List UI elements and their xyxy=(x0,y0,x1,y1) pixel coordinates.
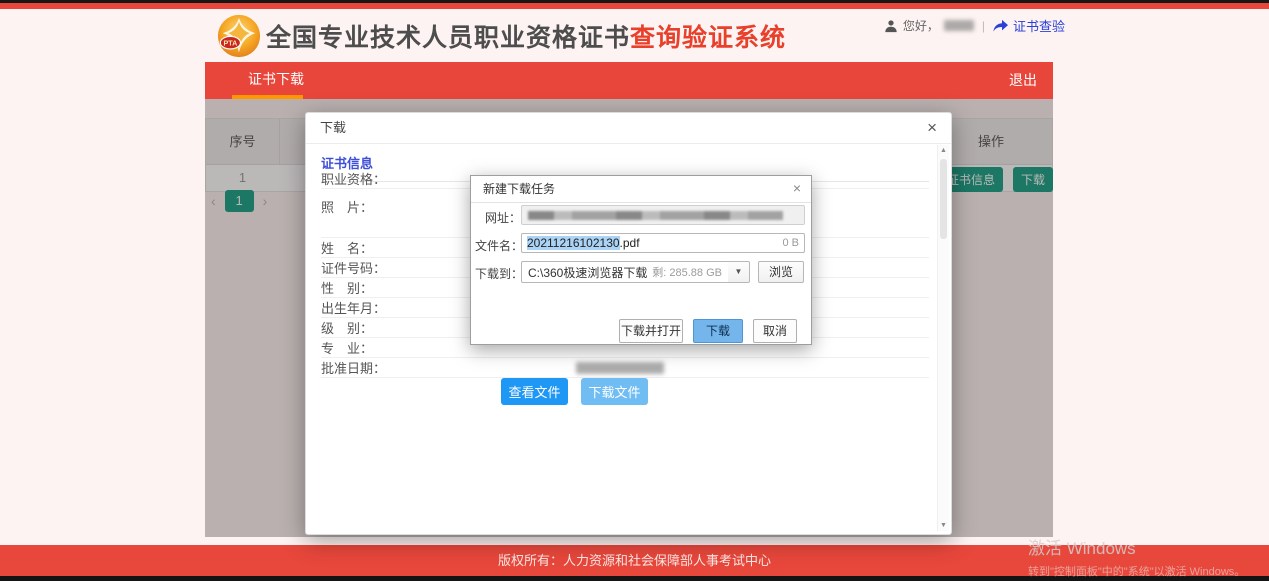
browse-button[interactable]: 浏览 xyxy=(758,261,804,283)
navbar: 证书下载 退出 xyxy=(205,62,1053,99)
filename-extension: .pdf xyxy=(620,236,640,250)
filename-input[interactable]: 20211216102130 .pdf 0 B xyxy=(521,233,805,253)
greeting-text: 您好， xyxy=(903,17,939,34)
dialog-download-button[interactable]: 下载 xyxy=(693,319,743,343)
page-title: 全国专业技术人员职业资格证书查询验证系统 xyxy=(266,18,786,54)
scroll-up-icon[interactable]: ▲ xyxy=(938,147,949,154)
saveto-label: 下载到： xyxy=(475,265,521,282)
field-label: 批准日期： xyxy=(321,358,411,377)
download-file-button[interactable]: 下载文件 xyxy=(581,378,648,405)
scroll-thumb[interactable] xyxy=(940,159,947,239)
redacted-username xyxy=(944,20,974,31)
logout-button[interactable]: 退出 xyxy=(1009,62,1037,99)
field-label: 级 别： xyxy=(321,318,411,337)
separator: | xyxy=(982,19,985,33)
url-input[interactable] xyxy=(521,205,805,225)
file-size-text: 0 B xyxy=(782,237,799,249)
svg-text:PTA: PTA xyxy=(223,40,237,48)
saveto-select[interactable]: C:\360极速浏览器下载 剩: 285.88 GB xyxy=(521,261,729,283)
view-file-button[interactable]: 查看文件 xyxy=(501,378,568,405)
field-label: 照 片： xyxy=(321,197,411,216)
new-download-task-dialog: 新建下载任务 × 网址： 文件名： 20211216102130 .pdf 0 … xyxy=(470,175,812,345)
modal-title: 下载 xyxy=(306,113,951,144)
share-arrow-icon xyxy=(993,19,1008,32)
dialog-close-icon[interactable]: × xyxy=(793,180,801,196)
field-label: 专 业： xyxy=(321,338,411,357)
field-approve-date: 批准日期： xyxy=(321,358,929,378)
header: PTA 全国专业技术人员职业资格证书查询验证系统 xyxy=(216,12,786,60)
modal-scrollbar[interactable]: ▲ ▼ xyxy=(937,145,949,531)
filename-label: 文件名： xyxy=(475,237,521,254)
field-label: 职业资格： xyxy=(321,169,411,188)
redacted-approve-date xyxy=(576,362,664,374)
download-and-open-button[interactable]: 下载并打开 xyxy=(619,319,683,343)
modal-buttons: 查看文件 下载文件 xyxy=(501,378,648,405)
copyright-text: 版权所有：人力资源和社会保障部人事考试中心 xyxy=(498,553,771,568)
free-space-text: 剩: 285.88 GB xyxy=(652,264,722,280)
tab-cert-download[interactable]: 证书下载 xyxy=(248,62,304,95)
field-label: 证件号码： xyxy=(321,258,411,277)
field-label: 性 别： xyxy=(321,278,411,297)
page-title-main: 全国专业技术人员职业资格证书 xyxy=(266,24,630,52)
pta-logo-icon: PTA xyxy=(216,13,262,59)
modal-close-icon[interactable]: × xyxy=(927,118,937,138)
redacted-url xyxy=(528,211,783,220)
field-label: 出生年月： xyxy=(321,298,411,317)
cancel-button[interactable]: 取消 xyxy=(753,319,797,343)
filename-selected-text: 20211216102130 xyxy=(527,236,620,250)
url-label: 网址： xyxy=(475,209,521,226)
user-bar: 您好， | 证书查验 xyxy=(884,16,1065,35)
scroll-down-icon[interactable]: ▼ xyxy=(938,522,949,529)
dialog-title: 新建下载任务 xyxy=(471,176,811,203)
footer: 版权所有：人力资源和社会保障部人事考试中心 xyxy=(0,545,1269,576)
saveto-path-text: C:\360极速浏览器下载 xyxy=(528,264,647,281)
screen: PTA 全国专业技术人员职业资格证书查询验证系统 您好， | 证书查验 证书下载… xyxy=(0,0,1269,581)
page-title-accent: 查询验证系统 xyxy=(630,24,786,52)
cert-verify-link[interactable]: 证书查验 xyxy=(1013,16,1065,35)
user-icon xyxy=(884,19,898,33)
saveto-dropdown-icon[interactable]: ▼ xyxy=(728,261,750,283)
top-accent-strip xyxy=(0,3,1269,9)
bottom-edge-strip xyxy=(0,576,1269,581)
field-label: 姓 名： xyxy=(321,238,411,257)
